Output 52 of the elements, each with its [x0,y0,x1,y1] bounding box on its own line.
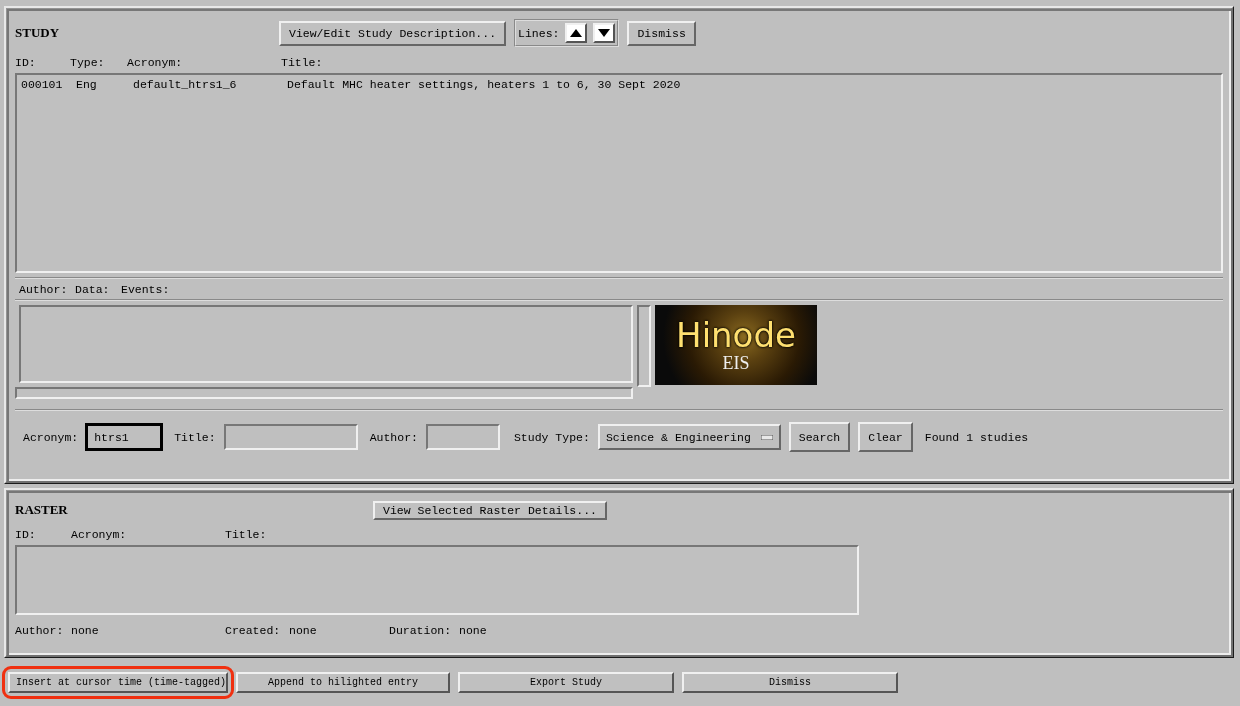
action-button[interactable]: Dismiss [682,672,898,693]
study-type-dropdown[interactable]: Science & Engineering [597,424,781,450]
scroll-up-button[interactable] [565,23,588,43]
info-label: Duration: [389,623,453,637]
view-edit-description-button[interactable]: View/Edit Study Description... [279,20,507,46]
search-button[interactable]: Search [788,422,851,452]
action-button[interactable]: Append to hilighted entry [236,672,450,693]
action-button[interactable]: Insert at cursor time (time-tagged) [8,672,228,693]
down-triangle-icon [598,29,611,37]
table-cell-text: Default MHC heater settings, heaters 1 to 6, 30 Sept 2020 [287,78,682,91]
study-type-label: Study Type: [513,430,590,444]
vertical-scrollbar[interactable] [637,305,651,387]
dismiss-button[interactable]: Dismiss [627,20,696,46]
info-label: Author: [19,282,69,296]
table-cell-text: 000101 [21,78,64,91]
lines-label: Lines: [518,26,560,40]
column-header: Acronym: [71,527,128,541]
table-cell-text: default_htrs1_6 [133,78,238,91]
action-button[interactable]: Export Study [458,672,674,693]
column-header: ID: [15,527,37,541]
study-heading: STUDY [15,25,61,41]
title-label: Title: [174,430,216,444]
info-value: none [289,623,317,637]
table-cell-text: Eng [76,78,98,91]
description-text-area[interactable] [19,305,633,383]
clear-button[interactable]: Clear [858,422,913,452]
logo-text: Hinode [676,316,796,353]
logo-subtext: EIS [722,352,750,374]
info-label: Created: [225,623,282,637]
view-raster-details-button[interactable]: View Selected Raster Details... [373,500,607,520]
info-label: Events: [121,282,171,296]
column-header: Type: [70,55,106,69]
info-label: Data: [75,282,111,296]
raster-heading: RASTER [15,502,69,518]
info-value: none [459,623,487,637]
dropdown-bar-icon [760,434,773,440]
column-header: Title: [225,527,268,541]
scroll-down-button[interactable] [593,23,616,43]
column-header: Acronym: [127,55,184,69]
acronym-field[interactable]: htrs1 [86,424,163,450]
acronym-label: Acronym: [23,430,79,444]
column-header: ID: [15,55,37,69]
up-triangle-icon [570,29,583,37]
author-label: Author: [369,430,418,444]
column-header: Title: [281,55,324,69]
search-status: Found 1 studies [924,430,1029,444]
author-field[interactable] [425,424,500,450]
horizontal-scrollbar[interactable] [15,387,633,399]
title-field[interactable] [223,424,358,450]
info-value: none [71,623,99,637]
study-row[interactable]: 000101 Eng default_htrs1_6 Default MHC heater settings, heaters 1 to 6, 30 Sept 2020 [21,78,1217,91]
info-label: Author: [15,623,65,637]
